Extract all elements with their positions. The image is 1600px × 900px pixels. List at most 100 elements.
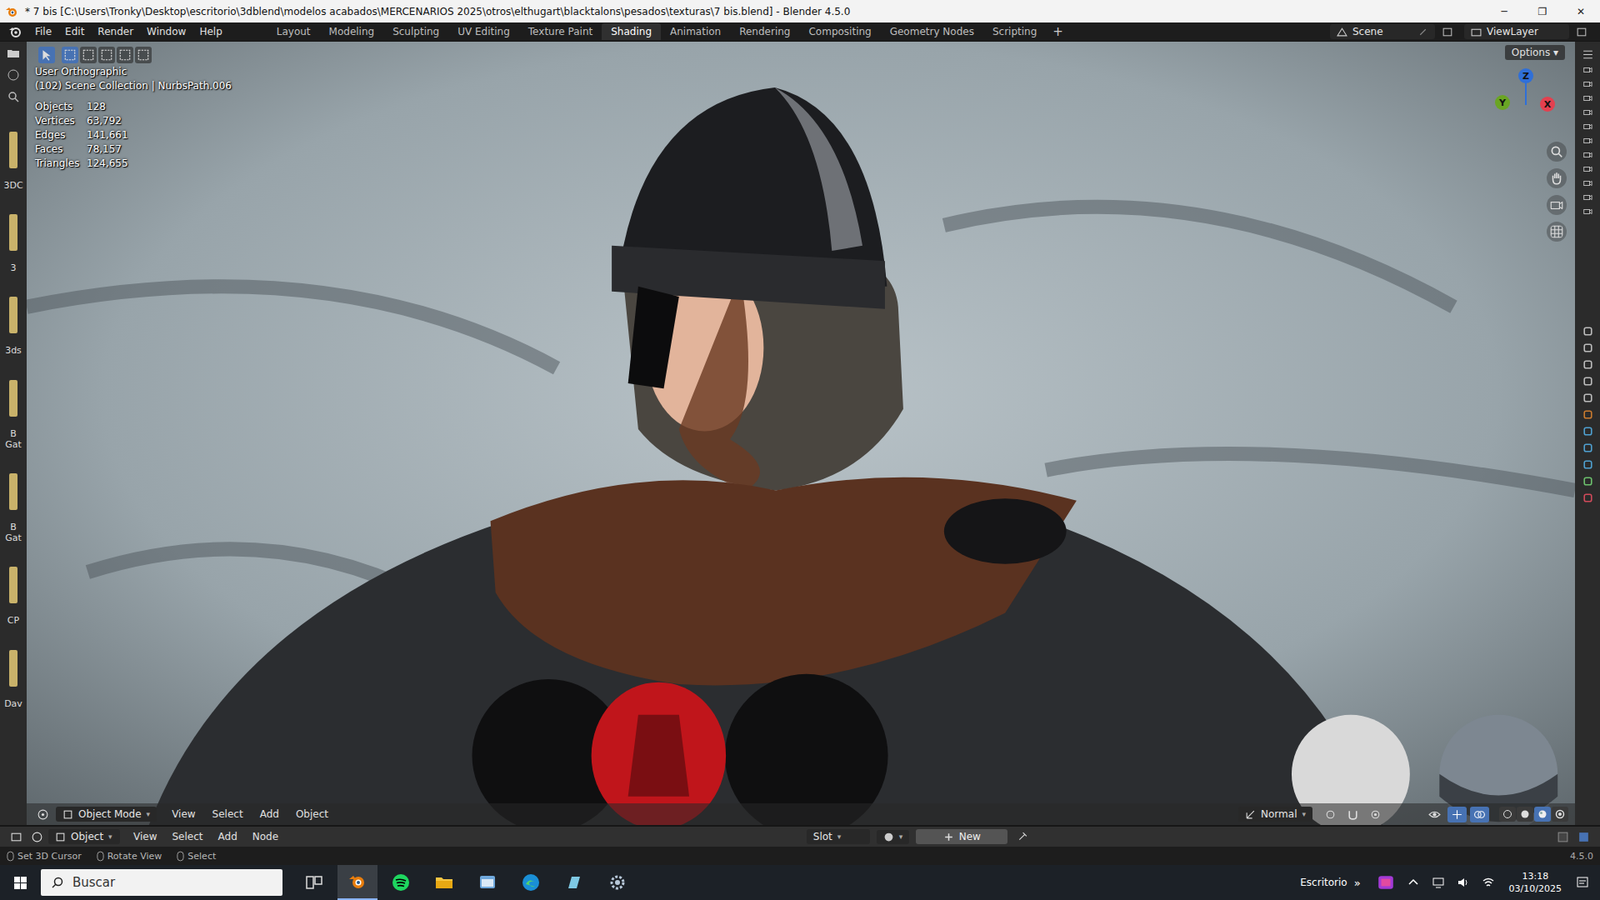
workspace-tab[interactable]: Animation	[660, 23, 730, 40]
snap-icon[interactable]	[1343, 806, 1363, 823]
camera-visibility-icon[interactable]	[1582, 107, 1593, 118]
camera-visibility-icon[interactable]	[1582, 192, 1593, 203]
menu-item[interactable]: File	[28, 24, 59, 40]
navigation-gizmo[interactable]: ZY X	[1491, 68, 1559, 135]
taskbar-app[interactable]	[597, 865, 638, 900]
camera-visibility-icon[interactable]	[1582, 79, 1593, 90]
taskbar-app[interactable]	[337, 865, 378, 900]
gizmo-toggle-icon[interactable]	[1447, 806, 1467, 823]
axis-ball[interactable]: Z	[1518, 68, 1534, 84]
select-mode-icon[interactable]	[98, 46, 115, 64]
file-item[interactable]: Dav	[0, 650, 26, 710]
camera-visibility-icon[interactable]	[1582, 150, 1593, 160]
proportional-edit-icon[interactable]	[1365, 806, 1385, 823]
workspace-tab[interactable]: UV Editing	[448, 23, 520, 40]
orientation-dropdown[interactable]: Normal▾	[1238, 806, 1313, 822]
select-tool-icon[interactable]	[38, 46, 55, 64]
file-item[interactable]: 3DC	[0, 131, 26, 191]
notifications-icon[interactable]	[1575, 875, 1590, 890]
workspace-tab[interactable]: Rendering	[730, 23, 800, 40]
shading-mode-button[interactable]	[1516, 806, 1534, 822]
pivot-icon[interactable]	[1320, 806, 1340, 823]
file-item[interactable]: B Gat	[0, 473, 26, 544]
workspace-tab[interactable]: Scripting	[983, 23, 1046, 40]
workspace-tab[interactable]: Modeling	[320, 23, 385, 40]
shader-type-dropdown[interactable]: Object▾	[48, 829, 120, 845]
zoom-icon[interactable]	[1546, 141, 1567, 162]
properties-tab-icon[interactable]	[1581, 391, 1595, 405]
properties-tab-icon[interactable]	[1581, 458, 1595, 471]
taskbar-app[interactable]	[424, 865, 465, 900]
shading-mode-button[interactable]	[1551, 806, 1569, 822]
search-icon[interactable]	[6, 90, 20, 104]
menu-item[interactable]: Window	[140, 24, 193, 40]
properties-tab-icon[interactable]	[1581, 441, 1595, 455]
windows-start-icon[interactable]	[13, 875, 28, 890]
header-menu[interactable]: Select	[165, 829, 210, 845]
axis-ball[interactable]: Y	[1495, 95, 1510, 110]
recent-icon[interactable]	[6, 68, 20, 82]
taskbar-app[interactable]	[467, 865, 508, 900]
workspace-tab[interactable]: Compositing	[799, 23, 880, 40]
workspace-tab[interactable]: Sculpting	[383, 23, 449, 40]
new-scene-icon[interactable]	[1441, 25, 1455, 39]
shader-type-icon[interactable]	[27, 829, 47, 845]
properties-tab-icon[interactable]	[1581, 325, 1595, 338]
properties-tab-icon[interactable]	[1581, 408, 1595, 421]
camera-visibility-icon[interactable]	[1582, 135, 1593, 146]
select-mode-icon[interactable]	[116, 46, 134, 64]
camera-visibility-icon[interactable]	[1582, 164, 1593, 175]
header-menu[interactable]: Add	[253, 806, 286, 822]
view-layer-selector[interactable]: ViewLayer	[1464, 24, 1570, 40]
new-material-button[interactable]: New	[915, 829, 1008, 845]
camera-visibility-icon[interactable]	[1582, 178, 1593, 189]
new-view-layer-icon[interactable]	[1575, 25, 1589, 39]
3d-viewport[interactable]: User Orthographic (102) Scene Collection…	[26, 41, 1575, 825]
camera-visibility-icon[interactable]	[1582, 65, 1593, 75]
editor-type-icon[interactable]	[33, 806, 53, 823]
options-button[interactable]: Options ▾	[1505, 45, 1565, 60]
outliner-icon[interactable]	[1581, 48, 1595, 61]
camera-visibility-icon[interactable]	[1582, 93, 1593, 104]
blender-logo-icon[interactable]	[8, 25, 22, 39]
window-control[interactable]: ✕	[1561, 0, 1600, 23]
taskbar-app[interactable]	[554, 865, 595, 900]
camera-visibility-icon[interactable]	[1582, 206, 1593, 217]
slot-dropdown[interactable]: Slot▾	[806, 829, 870, 845]
taskbar-search[interactable]: Buscar	[40, 869, 283, 896]
select-mode-icon[interactable]	[135, 46, 152, 64]
properties-tab-icon[interactable]	[1581, 341, 1595, 355]
file-item[interactable]: 3	[0, 214, 26, 274]
menu-item[interactable]: Render	[90, 24, 140, 40]
file-item[interactable]: CP	[0, 566, 26, 626]
properties-tab-icon[interactable]	[1581, 491, 1595, 505]
menu-item[interactable]: Edit	[58, 24, 91, 40]
header-menu[interactable]: View	[165, 806, 202, 822]
axis-ball[interactable]: X	[1540, 96, 1555, 112]
shading-mode-button[interactable]	[1499, 806, 1516, 822]
volume-icon[interactable]	[1456, 875, 1470, 890]
overlay-toggle-icon[interactable]	[1470, 806, 1490, 823]
window-control[interactable]: ❐	[1523, 0, 1562, 23]
workspace-tab[interactable]: Texture Paint	[519, 23, 602, 40]
overlay-icon[interactable]	[1574, 829, 1594, 845]
header-menu[interactable]: Add	[211, 829, 245, 845]
workspace-tab[interactable]: Geometry Nodes	[880, 23, 984, 40]
network-icon[interactable]	[1431, 875, 1445, 890]
pin-icon[interactable]	[1012, 829, 1032, 845]
window-control[interactable]: ─	[1485, 0, 1524, 23]
header-menu[interactable]: Object	[289, 806, 335, 822]
snap-icon[interactable]	[1553, 829, 1573, 845]
header-menu[interactable]: View	[126, 829, 164, 845]
select-mode-icon[interactable]	[61, 46, 79, 64]
add-workspace-button[interactable]: +	[1045, 24, 1070, 40]
header-menu[interactable]: Select	[205, 806, 250, 822]
material-browse[interactable]: ▾	[876, 830, 910, 845]
app-tray-icon[interactable]	[1376, 873, 1395, 892]
visibility-icon[interactable]	[1425, 806, 1445, 823]
properties-tab-icon[interactable]	[1581, 425, 1595, 438]
desktop-label[interactable]: Escritorio	[1300, 876, 1347, 889]
toolbar-chevron[interactable]: »	[1354, 876, 1361, 890]
properties-tab-icon[interactable]	[1581, 475, 1595, 488]
taskbar-app[interactable]	[294, 865, 335, 900]
